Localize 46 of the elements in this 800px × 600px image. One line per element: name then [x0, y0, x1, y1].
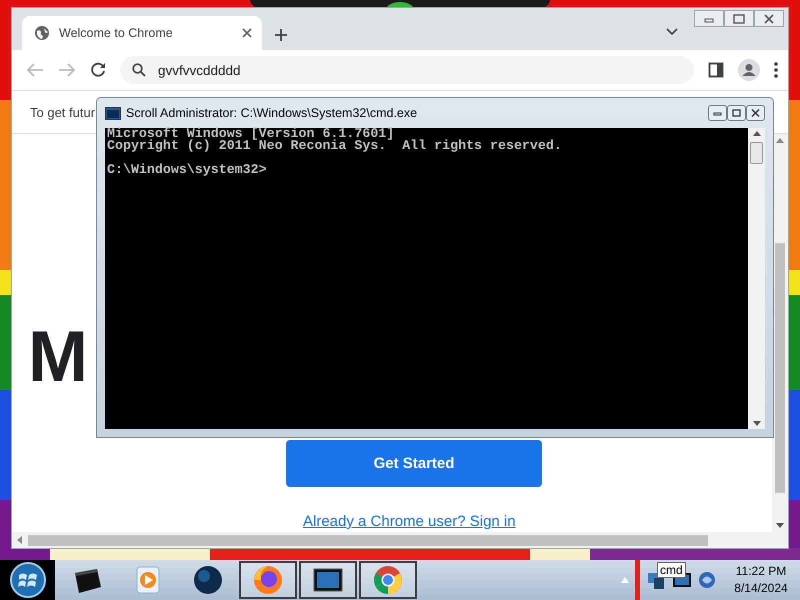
scroll-thumb[interactable]: [750, 142, 763, 164]
side-panel-icon[interactable]: [708, 62, 724, 78]
maximize-button[interactable]: [727, 105, 746, 121]
maximize-icon: [731, 12, 747, 24]
console-output: Microsoft Windows [Version 6.1.7601] Copyright (c) 2011 Neo Reconia Sys. All rights reserved. C:\Windows\system32>: [106, 128, 563, 179]
tooltip: cmd: [657, 562, 686, 578]
globe-icon: [191, 563, 225, 597]
close-button[interactable]: [746, 105, 765, 121]
console-icon: [105, 106, 121, 120]
close-icon: [750, 108, 761, 118]
profile-icon[interactable]: [738, 59, 760, 81]
scroll-up-icon: [776, 137, 784, 143]
window-title: Scroll Administrator: C:\Windows\System32\cmd.exe: [126, 106, 418, 120]
browser-tab[interactable]: Welcome to Chrome: [22, 16, 262, 50]
scroll-down-icon: [752, 421, 760, 426]
page-heading: M: [28, 322, 88, 392]
sign-in-link[interactable]: Already a Chrome user? Sign in: [303, 513, 516, 530]
minimize-button[interactable]: [694, 10, 724, 27]
get-started-button[interactable]: Get Started: [286, 440, 542, 487]
close-icon[interactable]: [242, 28, 252, 38]
close-button[interactable]: [754, 10, 784, 27]
maximize-icon: [731, 108, 742, 118]
info-bar-text: To get futur: [30, 104, 96, 120]
reload-icon[interactable]: [90, 62, 106, 78]
scroll-left-icon: [16, 536, 22, 544]
taskbar-button[interactable]: [239, 561, 297, 599]
vertical-scrollbar[interactable]: [772, 134, 788, 532]
globe-icon: [34, 25, 50, 41]
taskbar-button[interactable]: [299, 561, 357, 599]
maximize-button[interactable]: [724, 10, 754, 27]
scroll-up-icon: [752, 131, 760, 136]
taskbar-button[interactable]: [359, 561, 417, 599]
fox-globe-icon: [251, 563, 285, 597]
browser-icon: [371, 563, 405, 597]
swirl-icon[interactable]: [698, 571, 716, 589]
clock[interactable]: 11:22 PM 8/14/2024: [722, 563, 800, 597]
start-orb-icon[interactable]: [8, 561, 46, 599]
vertical-scrollbar[interactable]: [748, 128, 765, 429]
minimize-button[interactable]: [708, 105, 727, 121]
address-bar[interactable]: gvvfvvcddddd: [120, 56, 694, 84]
menu-icon[interactable]: [774, 62, 778, 78]
search-icon: [132, 63, 146, 77]
chevron-down-icon[interactable]: [666, 28, 678, 36]
horizontal-scrollbar[interactable]: [12, 532, 788, 548]
new-tab-icon[interactable]: [274, 28, 288, 42]
scroll-down-icon: [776, 523, 784, 529]
